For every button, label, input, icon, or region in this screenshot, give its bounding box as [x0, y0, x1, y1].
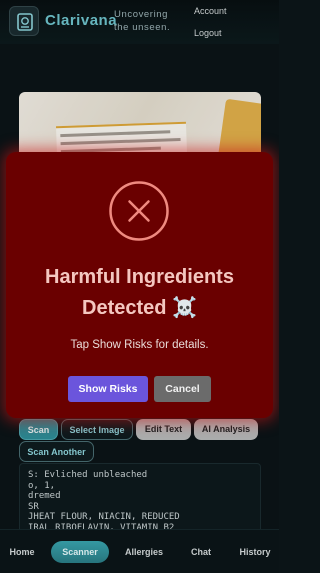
scanner-page: Clarivana Uncovering the unseen. Account… [0, 0, 279, 573]
show-risks-button[interactable]: Show Risks [68, 376, 148, 402]
error-x-icon [109, 181, 169, 241]
dialog-title: Harmful Ingredients Detected ☠️ [45, 266, 234, 319]
harmful-ingredients-dialog: Harmful Ingredients Detected ☠️ Tap Show… [6, 152, 273, 418]
dialog-message: Tap Show Risks for details. [70, 339, 209, 351]
cancel-button[interactable]: Cancel [154, 376, 211, 402]
